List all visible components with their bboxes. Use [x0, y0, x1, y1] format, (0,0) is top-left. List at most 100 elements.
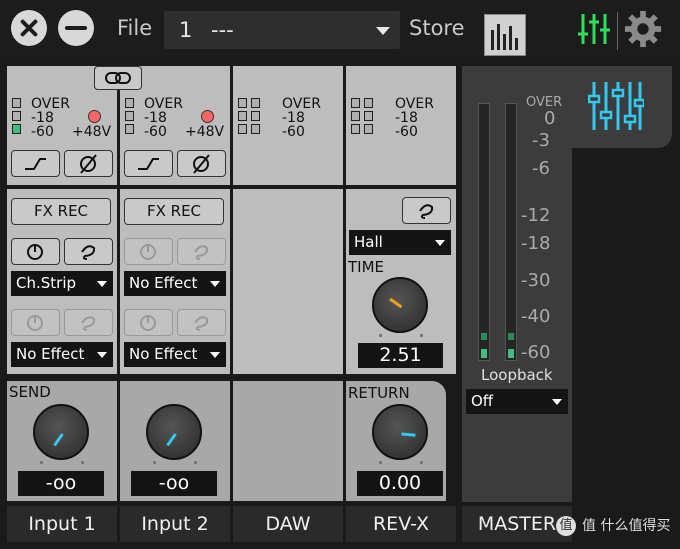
- meter-led: [251, 98, 260, 108]
- master-scale-0: 0: [544, 108, 556, 129]
- master-meter-right: [505, 103, 517, 361]
- input1-effect2-select[interactable]: No Effect: [11, 342, 113, 367]
- loopback-value: Off: [471, 392, 494, 410]
- master-scale-3: -3: [532, 130, 550, 151]
- chevron-down-icon: [97, 352, 107, 358]
- input1-effect1-edit-button[interactable]: [64, 238, 113, 265]
- meter-led: [251, 124, 260, 134]
- input2-send-value: -oo: [131, 471, 217, 496]
- meter-led: [12, 98, 21, 108]
- input2-effect2-value: No Effect: [129, 345, 198, 363]
- input2-effect2-select[interactable]: No Effect: [124, 342, 226, 367]
- meter-over-label: OVER: [31, 96, 70, 112]
- phantom-power-label: +48V: [72, 124, 112, 140]
- hpf-icon: [25, 158, 46, 170]
- master-mixer-icon[interactable]: [588, 78, 644, 134]
- meter-bar-icon: [509, 26, 512, 50]
- input1-effect2-power-button[interactable]: [11, 309, 60, 336]
- meter-led: [238, 124, 247, 134]
- input1-phase-button[interactable]: [64, 150, 113, 177]
- input1-hpf-button[interactable]: [11, 150, 60, 177]
- minimize-button[interactable]: [58, 10, 94, 46]
- daw-channel-name: DAW: [233, 506, 343, 542]
- revx-edit-button[interactable]: [402, 197, 451, 224]
- meter-18-label: -18: [31, 110, 54, 126]
- chevron-down-icon: [210, 281, 220, 287]
- input1-effect1-value: Ch.Strip: [16, 274, 77, 292]
- revx-return-knob[interactable]: [372, 404, 428, 460]
- watermark-text: 值 什么值得买: [582, 518, 671, 534]
- phantom-power-label: +48V: [185, 124, 225, 140]
- knob-min-dot: [379, 334, 382, 337]
- revx-type-select[interactable]: Hall: [349, 230, 451, 255]
- master-scale-40: -40: [521, 306, 551, 327]
- input1-effect1-select[interactable]: Ch.Strip: [11, 271, 113, 296]
- input2-effect2-power-button[interactable]: [124, 309, 173, 336]
- store-button[interactable]: Store: [409, 16, 465, 40]
- input2-channel-name: Input 2: [120, 506, 230, 542]
- meter-60-label: -60: [144, 124, 167, 140]
- input2-effect1-edit-button[interactable]: [177, 238, 226, 265]
- input1-level-meter: [12, 98, 21, 137]
- phantom-power-led: [201, 110, 214, 123]
- phantom-power-led: [88, 110, 101, 123]
- meter-led: [351, 111, 360, 121]
- input2-effect1-select[interactable]: No Effect: [124, 271, 226, 296]
- input2-send-knob[interactable]: [146, 404, 202, 460]
- power-icon: [140, 244, 156, 260]
- meter-60-label: -60: [395, 124, 418, 140]
- loopback-label: Loopback: [481, 366, 553, 384]
- divider: [617, 12, 618, 50]
- meter-led: [364, 98, 373, 108]
- top-bar: File 1 --- Store: [0, 0, 680, 62]
- meter-led: [364, 111, 373, 121]
- edit-icon: [194, 316, 209, 331]
- revx-time-value: 2.51: [358, 343, 443, 368]
- input1-fx-rec-button[interactable]: FX REC: [11, 198, 111, 225]
- knob-max-dot: [81, 461, 84, 464]
- phase-icon: [80, 154, 97, 174]
- input1-effect2-value: No Effect: [16, 345, 85, 363]
- input2-effect1-power-button[interactable]: [124, 238, 173, 265]
- knob-max-dot: [420, 461, 423, 464]
- meter-view-button[interactable]: [484, 14, 526, 56]
- power-icon: [140, 315, 156, 331]
- meter-bar-icon: [497, 24, 500, 50]
- chevron-down-icon: [435, 240, 445, 246]
- knob-indicator: [166, 433, 177, 447]
- input1-send-knob[interactable]: [33, 404, 89, 460]
- input2-effect2-edit-button[interactable]: [177, 309, 226, 336]
- close-button[interactable]: [11, 10, 47, 46]
- scene-select[interactable]: 1 ---: [164, 11, 400, 49]
- meter-led: [238, 98, 247, 108]
- input2-fx-rec-button[interactable]: FX REC: [124, 198, 224, 225]
- meter-60-label: -60: [31, 124, 54, 140]
- stereo-link-button-overlay[interactable]: [94, 66, 142, 90]
- meter-led: [508, 349, 514, 358]
- input1-effect1-power-button[interactable]: [11, 238, 60, 265]
- meter-led: [351, 98, 360, 108]
- meter-bar-icon: [515, 38, 518, 50]
- meter-led: [125, 111, 134, 121]
- daw-level-meter-left: [238, 98, 247, 137]
- edit-icon: [194, 245, 209, 260]
- input2-phase-button[interactable]: [177, 150, 226, 177]
- meter-led: [125, 98, 134, 108]
- meter-18-label: -18: [282, 110, 305, 126]
- meter-led: [364, 124, 373, 134]
- mixer-view-icon[interactable]: [578, 12, 610, 46]
- knob-indicator: [53, 433, 64, 447]
- daw-send-panel: [233, 381, 343, 501]
- input2-effect1-value: No Effect: [129, 274, 198, 292]
- master-scale-60: -60: [521, 342, 551, 363]
- loopback-select[interactable]: Off: [466, 389, 568, 414]
- knob-min-dot: [153, 461, 156, 464]
- meter-over-label: OVER: [395, 96, 434, 112]
- edit-icon: [81, 245, 96, 260]
- gear-icon[interactable]: [624, 10, 662, 48]
- master-scale-18: -18: [521, 233, 551, 254]
- input2-hpf-button[interactable]: [124, 150, 173, 177]
- revx-time-knob[interactable]: [372, 277, 428, 333]
- input1-effect2-edit-button[interactable]: [64, 309, 113, 336]
- knob-indicator: [389, 297, 403, 309]
